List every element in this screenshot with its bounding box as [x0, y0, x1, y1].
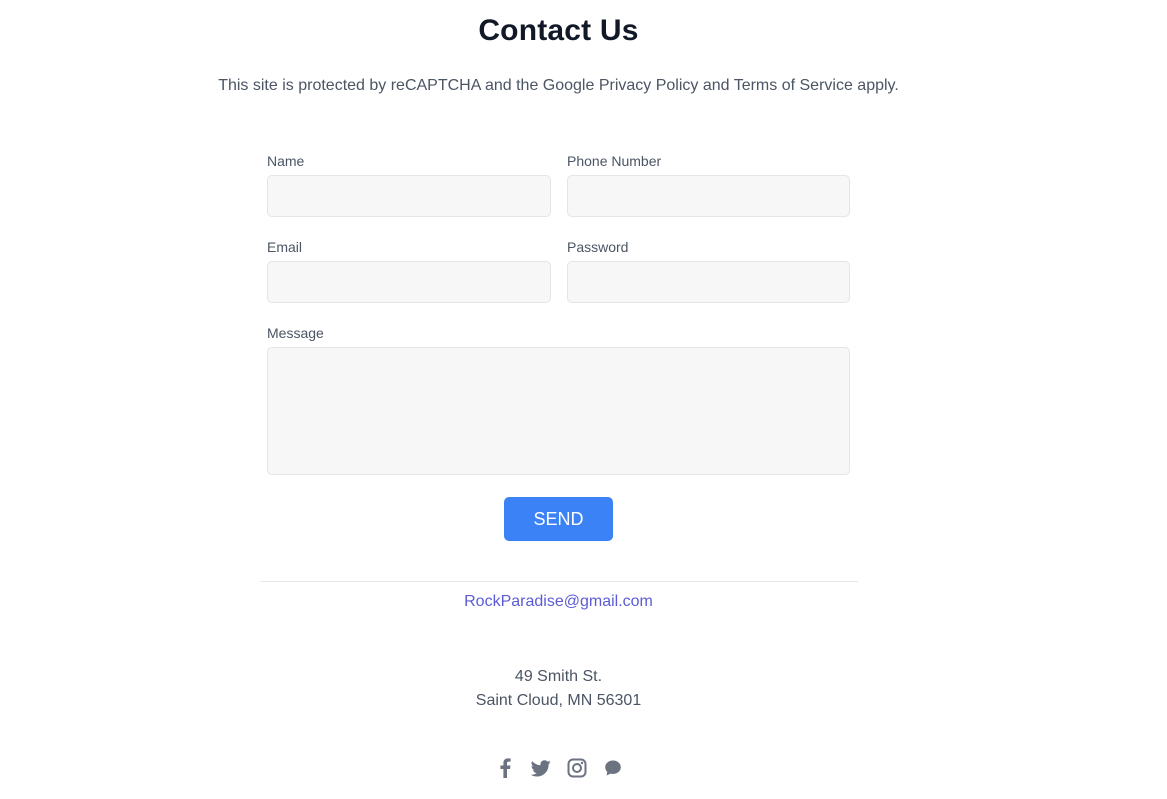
email-label: Email — [267, 239, 303, 255]
facebook-icon[interactable] — [494, 757, 516, 779]
send-button[interactable]: SEND — [504, 497, 613, 541]
social-links — [494, 757, 624, 779]
page-title: Contact Us — [478, 14, 639, 47]
twitter-icon[interactable] — [530, 757, 552, 779]
message-textarea[interactable] — [267, 347, 850, 475]
name-input[interactable] — [267, 175, 551, 217]
chat-icon[interactable] — [602, 757, 624, 779]
phone-input[interactable] — [567, 175, 850, 217]
recaptcha-notice: This site is protected by reCAPTCHA and … — [218, 77, 899, 94]
address-line-2: Saint Cloud, MN 56301 — [475, 692, 642, 709]
contact-email-link[interactable]: RockParadise@gmail.com — [0, 593, 1117, 611]
phone-label: Phone Number — [567, 153, 662, 169]
address-line-1: 49 Smith St. — [514, 668, 603, 685]
message-label: Message — [267, 325, 324, 341]
password-input[interactable] — [567, 261, 850, 303]
password-label: Password — [567, 239, 629, 255]
email-input[interactable] — [267, 261, 551, 303]
contact-page: Contact Us This site is protected by reC… — [0, 0, 1167, 799]
name-label: Name — [267, 153, 305, 169]
footer-divider — [260, 581, 858, 582]
instagram-icon[interactable] — [566, 757, 588, 779]
address-block: 49 Smith St. Saint Cloud, MN 56301 — [0, 665, 1117, 713]
